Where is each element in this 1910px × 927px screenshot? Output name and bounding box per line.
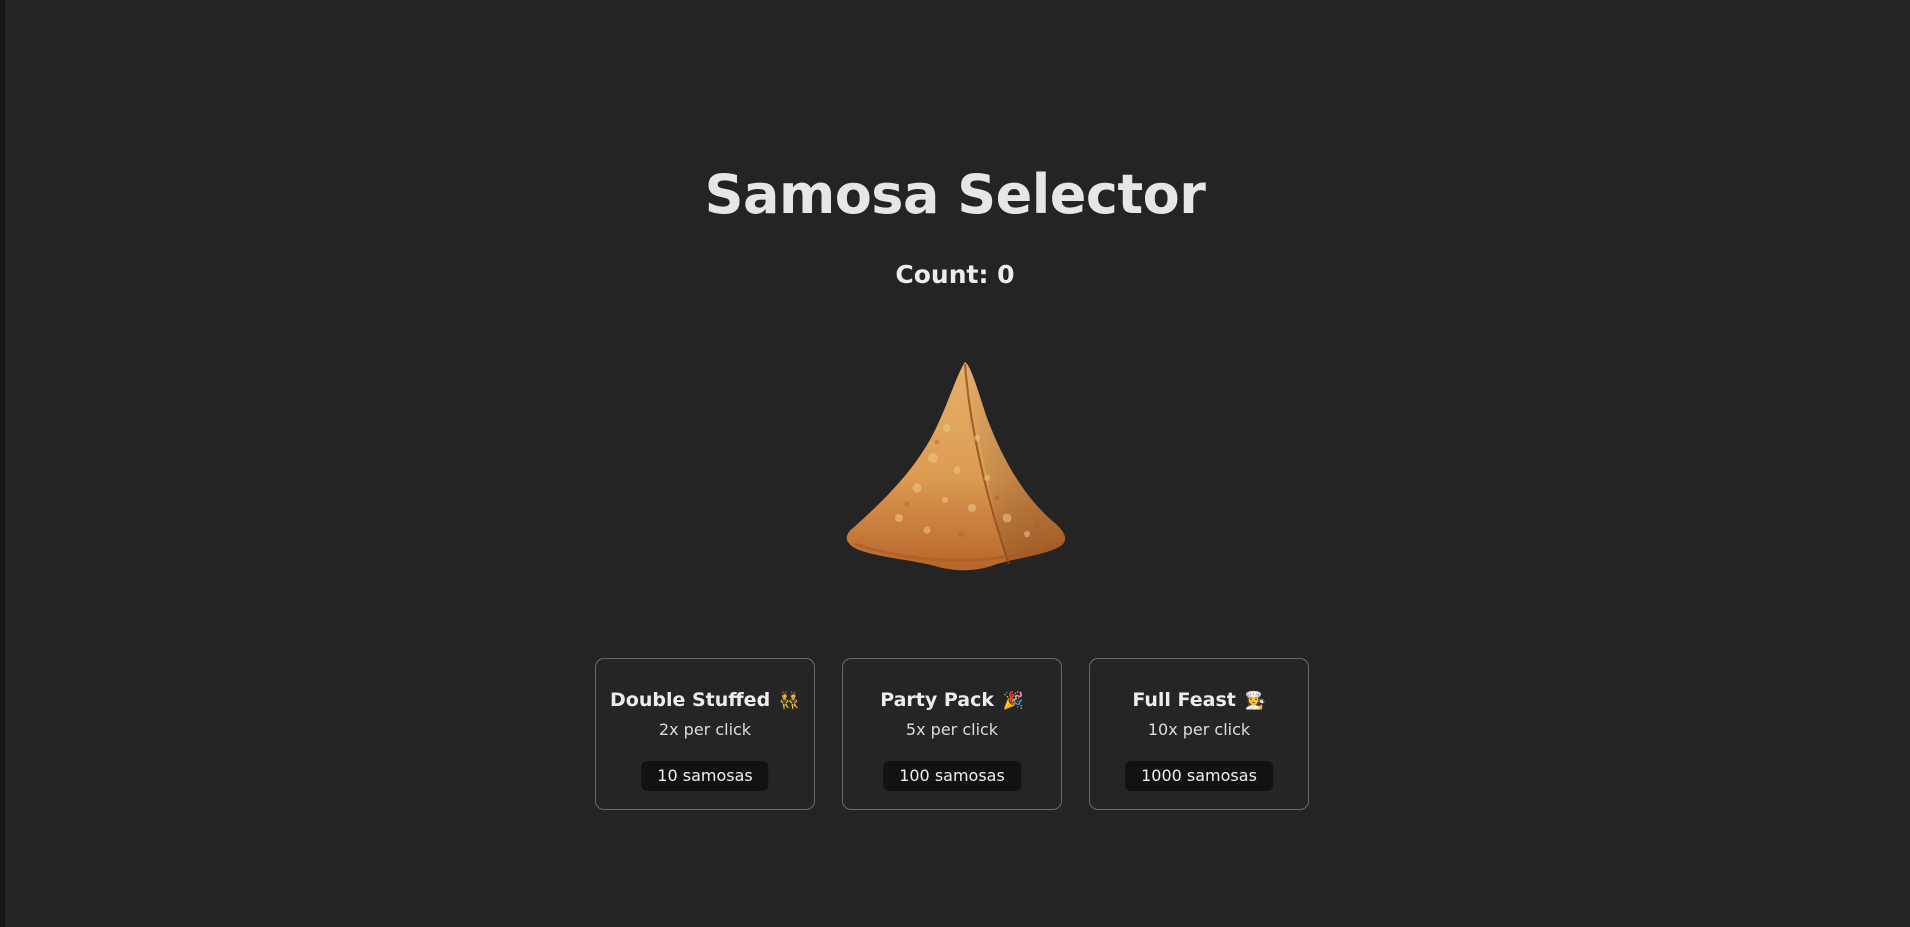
upgrade-card-double-stuffed[interactable]: Double Stuffed 👯 2x per click 10 samosas	[595, 658, 815, 810]
upgrade-card-party-pack[interactable]: Party Pack 🎉 5x per click 100 samosas	[842, 658, 1062, 810]
dancers-icon: 👯	[778, 691, 800, 711]
upgrade-description: 10x per click	[1147, 720, 1251, 739]
samosa-image	[846, 362, 1066, 571]
upgrade-title: Party Pack 🎉	[880, 689, 1024, 711]
chef-icon: 👩‍🍳	[1244, 691, 1266, 711]
samosa-count: Count: 0	[895, 260, 1015, 289]
upgrade-cost-badge: 10 samosas	[641, 761, 769, 791]
page-title: Samosa Selector	[704, 163, 1206, 226]
upgrade-title: Double Stuffed 👯	[610, 689, 800, 711]
upgrade-cost-badge: 1000 samosas	[1125, 761, 1273, 791]
samosa-button[interactable]	[837, 358, 1091, 574]
upgrade-cards: Double Stuffed 👯 2x per click 10 samosas…	[595, 658, 1311, 812]
upgrade-description: 5x per click	[905, 720, 999, 739]
upgrade-description: 2x per click	[658, 720, 752, 739]
party-popper-icon: 🎉	[1002, 691, 1024, 711]
upgrade-title: Full Feast 👩‍🍳	[1132, 689, 1266, 711]
app: Samosa Selector Count: 0 Double Stuffed …	[0, 0, 1910, 927]
upgrade-card-full-feast[interactable]: Full Feast 👩‍🍳 10x per click 1000 samosa…	[1089, 658, 1309, 810]
upgrade-cost-badge: 100 samosas	[883, 761, 1021, 791]
